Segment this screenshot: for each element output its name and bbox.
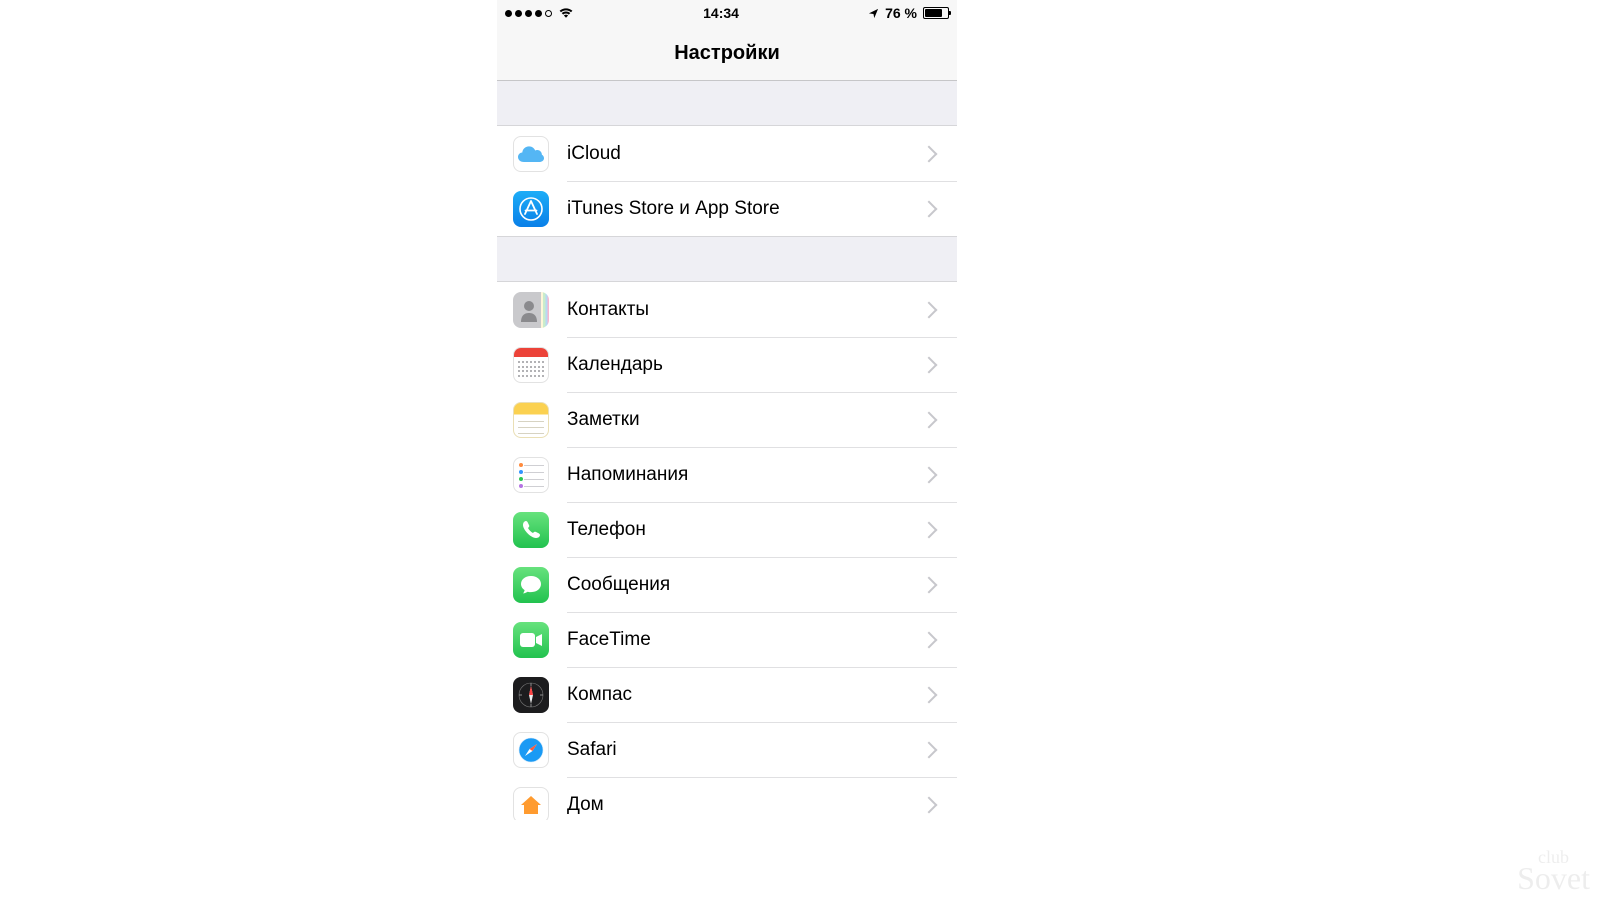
chevron-right-icon [921, 631, 938, 648]
row-reminders[interactable]: Напоминания [497, 447, 957, 502]
row-label: FaceTime [567, 629, 923, 651]
row-label: Сообщения [567, 574, 923, 596]
phone-icon [513, 512, 549, 548]
row-contacts[interactable]: Контакты [497, 282, 957, 337]
notes-icon [513, 402, 549, 438]
home-icon [513, 787, 549, 821]
page-title: Настройки [674, 42, 780, 65]
row-label: iTunes Store и App Store [567, 198, 923, 220]
row-facetime[interactable]: FaceTime [497, 612, 957, 667]
compass-icon [513, 677, 549, 713]
stage: 14:34 76 % Настройки iCloud [0, 0, 1600, 900]
watermark-line2: Sovet [1517, 860, 1590, 896]
facetime-icon [513, 622, 549, 658]
row-label: Напоминания [567, 464, 923, 486]
group-spacer [497, 81, 957, 125]
appstore-icon [513, 191, 549, 227]
row-phone[interactable]: Телефон [497, 502, 957, 557]
row-label: Заметки [567, 409, 923, 431]
chevron-right-icon [921, 576, 938, 593]
battery-fill [925, 9, 942, 17]
signal-dots-icon [505, 10, 552, 17]
row-home[interactable]: Дом [497, 777, 957, 820]
reminders-icon [513, 457, 549, 493]
group-spacer [497, 237, 957, 281]
watermark: club Sovet [1517, 850, 1590, 892]
phone-frame: 14:34 76 % Настройки iCloud [497, 0, 957, 820]
nav-bar: Настройки [497, 26, 957, 81]
chevron-right-icon [921, 796, 938, 813]
contacts-icon [513, 292, 549, 328]
status-time: 14:34 [703, 5, 739, 21]
chevron-right-icon [921, 356, 938, 373]
row-icloud[interactable]: iCloud [497, 126, 957, 181]
row-label: Дом [567, 794, 923, 816]
row-safari[interactable]: Safari [497, 722, 957, 777]
status-right: 76 % [868, 5, 949, 21]
location-icon [868, 8, 879, 19]
settings-group-apps: Контакты Календарь Заметки Напоминани [497, 281, 957, 820]
safari-icon [513, 732, 549, 768]
chevron-right-icon [921, 301, 938, 318]
battery-pct: 76 % [885, 5, 917, 21]
settings-group-accounts: iCloud iTunes Store и App Store [497, 125, 957, 237]
chevron-right-icon [921, 200, 938, 217]
status-left [505, 7, 574, 19]
chevron-right-icon [921, 466, 938, 483]
row-messages[interactable]: Сообщения [497, 557, 957, 612]
chevron-right-icon [921, 145, 938, 162]
chevron-right-icon [921, 521, 938, 538]
messages-icon [513, 567, 549, 603]
row-label: Safari [567, 739, 923, 761]
row-calendar[interactable]: Календарь [497, 337, 957, 392]
row-compass[interactable]: Компас [497, 667, 957, 722]
chevron-right-icon [921, 411, 938, 428]
row-label: Телефон [567, 519, 923, 541]
icloud-icon [513, 136, 549, 172]
row-label: Календарь [567, 354, 923, 376]
calendar-icon [513, 347, 549, 383]
chevron-right-icon [921, 741, 938, 758]
row-itunes-appstore[interactable]: iTunes Store и App Store [497, 181, 957, 236]
chevron-right-icon [921, 686, 938, 703]
row-label: Контакты [567, 299, 923, 321]
status-bar: 14:34 76 % [497, 0, 957, 26]
battery-icon [923, 7, 949, 19]
wifi-icon [558, 7, 574, 19]
row-label: Компас [567, 684, 923, 706]
row-notes[interactable]: Заметки [497, 392, 957, 447]
row-label: iCloud [567, 143, 923, 165]
